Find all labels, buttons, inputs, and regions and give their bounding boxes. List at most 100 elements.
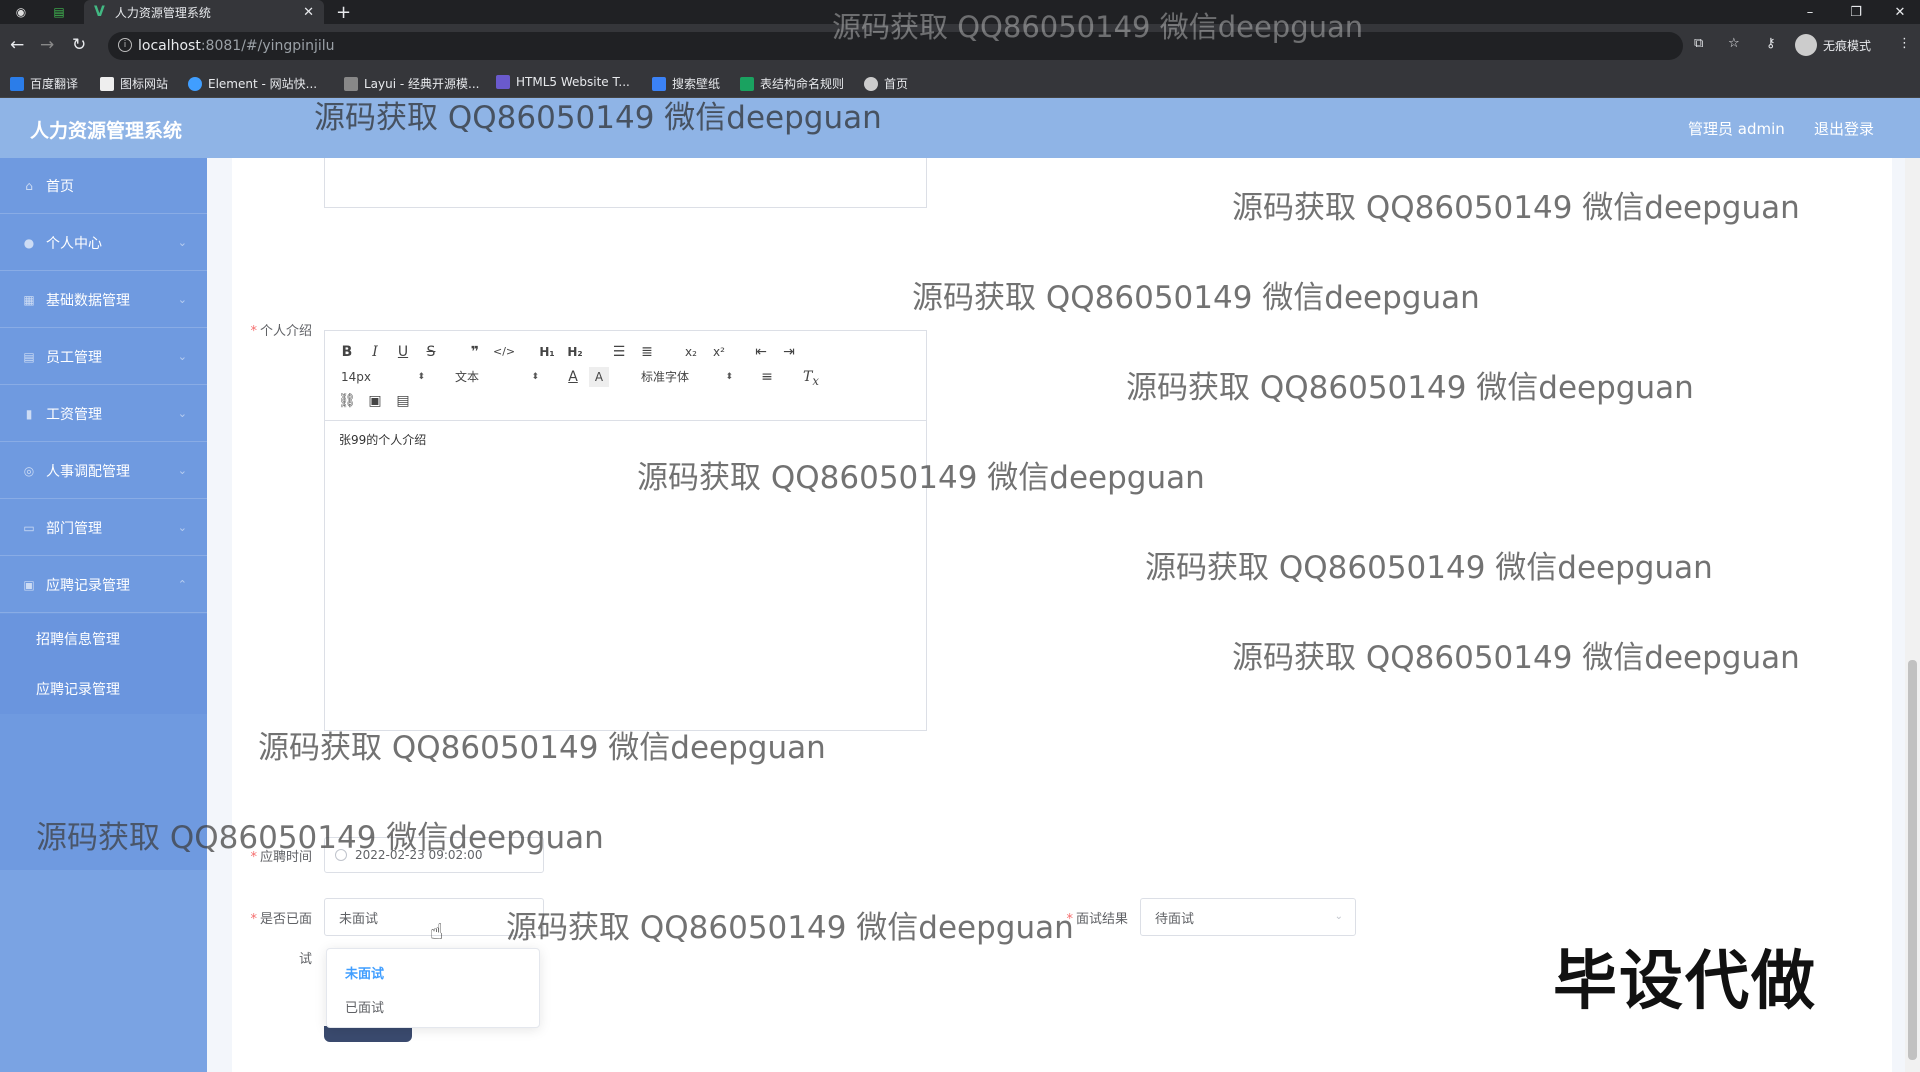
bullet-list-icon[interactable]: ≣: [637, 342, 657, 362]
interviewed-dropdown: 未面试 已面试: [326, 948, 540, 1028]
sidebar-item-profile[interactable]: ● 个人中心 ⌄: [0, 215, 207, 271]
sidebar-item-salary[interactable]: ▮ 工资管理 ⌄: [0, 386, 207, 442]
sidebar-item-basic-data[interactable]: ▦ 基础数据管理 ⌄: [0, 272, 207, 328]
scrollbar-thumb[interactable]: [1908, 660, 1917, 1060]
chevron-down-icon: ⌄: [1334, 911, 1343, 922]
link-icon[interactable]: ⛓: [337, 391, 357, 411]
submit-button[interactable]: [324, 1026, 412, 1042]
html5-bookmark-icon: [496, 75, 510, 89]
forward-icon[interactable]: →: [40, 35, 54, 55]
home-icon: ⌂: [25, 178, 33, 193]
chevron-down-icon: ⌄: [177, 464, 187, 477]
app-header: 人力资源管理系统 管理员 admin 退出登录: [0, 98, 1920, 158]
strikethrough-icon[interactable]: S: [421, 342, 441, 362]
heading2-icon[interactable]: H₂: [565, 342, 585, 362]
user-icon: ●: [23, 235, 35, 250]
sidebar-item-applications[interactable]: ▣ 应聘记录管理 ⌃: [0, 557, 207, 613]
superscript-icon[interactable]: x²: [709, 342, 729, 362]
translate-icon[interactable]: ⧉: [1694, 36, 1703, 51]
select-caret-icon: ⬍: [417, 372, 425, 382]
text-type-select[interactable]: 文本 ⬍: [455, 367, 539, 387]
key-icon[interactable]: ⚷: [1766, 36, 1776, 51]
italic-icon[interactable]: I: [365, 342, 385, 362]
incognito-icon: [1795, 34, 1817, 56]
logout-link[interactable]: 退出登录: [1814, 118, 1874, 139]
sidebar-item-home[interactable]: ⌂ 首页: [0, 158, 207, 214]
interview-result-select[interactable]: 待面试 ⌄: [1140, 898, 1356, 936]
back-icon[interactable]: ←: [10, 35, 24, 55]
sidebar-item-department[interactable]: ▭ 部门管理 ⌄: [0, 500, 207, 556]
bookmark-item[interactable]: Element - 网站快...: [188, 75, 317, 92]
underline-icon[interactable]: U: [393, 342, 413, 362]
bookmarks-bar: 百度翻译 图标网站 Element - 网站快... Layui - 经典开源模…: [0, 68, 1920, 98]
background-color-icon[interactable]: A: [589, 367, 609, 387]
incognito-badge[interactable]: 无痕模式: [1795, 34, 1871, 56]
heading1-icon[interactable]: H₁: [537, 342, 557, 362]
image-icon[interactable]: ▣: [365, 391, 385, 411]
sidebar-item-transfer[interactable]: ◎ 人事调配管理 ⌄: [0, 443, 207, 499]
bookmark-item[interactable]: HTML5 Website T...: [496, 75, 630, 89]
subscript-icon[interactable]: x₂: [681, 342, 701, 362]
bookmark-star-icon[interactable]: ☆: [1728, 36, 1740, 51]
ordered-list-icon[interactable]: ☰: [609, 342, 629, 362]
bookmark-item[interactable]: 图标网站: [100, 75, 168, 92]
employee-icon: ▤: [23, 349, 35, 364]
department-icon: ▭: [23, 520, 35, 535]
pointer-cursor-icon: ☝: [430, 920, 444, 945]
transfer-icon: ◎: [23, 463, 35, 478]
video-icon[interactable]: ▤: [393, 391, 413, 411]
dropdown-option-interviewed[interactable]: 已面试: [327, 989, 539, 1023]
site-info-icon[interactable]: i: [118, 38, 132, 52]
watermark: 源码获取 QQ86050149 微信deepguan: [506, 910, 1074, 946]
interviewed-label-wrap: 试: [298, 952, 312, 967]
translate-bookmark-icon: [10, 76, 24, 91]
bookmark-item[interactable]: 搜索壁纸: [652, 75, 720, 92]
watermark: 源码获取 QQ86050149 微信deepguan: [1232, 640, 1800, 676]
bookmark-item[interactable]: 百度翻译: [10, 75, 78, 92]
new-tab-button[interactable]: +: [336, 2, 351, 23]
previous-field-box[interactable]: [324, 158, 927, 208]
sidebar-item-employees[interactable]: ▤ 员工管理 ⌄: [0, 329, 207, 385]
element-bookmark-icon: [188, 76, 202, 91]
bookmark-item[interactable]: 首页: [864, 75, 908, 92]
sidebar-subitem-recruitment-info[interactable]: 招聘信息管理: [0, 614, 207, 664]
restore-icon[interactable]: ❐: [1836, 0, 1876, 24]
url-host: localhost: [138, 38, 201, 54]
indent-icon[interactable]: ⇥: [779, 342, 799, 362]
watermark: 源码获取 QQ86050149 微信deepguan: [1145, 550, 1713, 586]
salary-icon: ▮: [25, 406, 33, 421]
bookmark-item[interactable]: 表结构命名规则: [740, 75, 844, 92]
dropdown-option-not-interviewed[interactable]: 未面试: [327, 955, 539, 989]
active-tab[interactable]: V 人力资源管理系统 ✕: [84, 0, 324, 24]
globe-bookmark-icon: [864, 76, 878, 91]
watermark: 源码获取 QQ86050149 微信deepguan: [314, 100, 882, 136]
align-icon[interactable]: ≡: [757, 367, 777, 387]
font-color-icon[interactable]: A: [563, 367, 583, 387]
clear-format-icon[interactable]: Tx: [801, 367, 821, 388]
outdent-icon[interactable]: ⇤: [751, 342, 771, 362]
rich-text-editor: B I U S ❞ </> H₁ H₂ ☰ ≣ x₂ x² ⇤ ⇥ 14px ⬍ …: [324, 330, 927, 731]
font-size-select[interactable]: 14px ⬍: [341, 367, 425, 387]
minimize-icon[interactable]: –: [1790, 0, 1830, 24]
watermark: 源码获取 QQ86050149 微信deepguan: [1126, 370, 1694, 406]
records-icon: ▣: [23, 577, 35, 592]
bold-icon[interactable]: B: [337, 342, 357, 362]
blockquote-icon[interactable]: ❞: [465, 342, 485, 362]
code-icon[interactable]: </>: [493, 342, 515, 362]
url-path: :8081/#/yingpinjilu: [200, 38, 335, 54]
editor-toolbar: B I U S ❞ </> H₁ H₂ ☰ ≣ x₂ x² ⇤ ⇥ 14px ⬍ …: [325, 331, 926, 421]
bookmark-item[interactable]: Layui - 经典开源模...: [344, 75, 479, 92]
grid-icon: ▦: [23, 292, 35, 307]
chevron-up-icon: ⌃: [177, 578, 187, 591]
font-family-select[interactable]: 标准字体 ⬍: [641, 367, 733, 387]
sidebar-subitem-application-records[interactable]: 应聘记录管理: [0, 664, 207, 714]
tab-close-icon[interactable]: ✕: [303, 5, 314, 20]
window-close-icon[interactable]: ✕: [1880, 0, 1920, 24]
reload-icon[interactable]: ↻: [72, 35, 86, 55]
intro-label: * 个人介绍: [250, 324, 312, 339]
editor-content[interactable]: 张99的个人介绍: [339, 431, 426, 448]
pinned-tab-icon[interactable]: ▤: [50, 3, 68, 21]
app-title: 人力资源管理系统: [30, 120, 183, 142]
interviewed-label: * 是否已面: [250, 912, 312, 927]
menu-dots-icon[interactable]: ⋮: [1898, 36, 1911, 51]
